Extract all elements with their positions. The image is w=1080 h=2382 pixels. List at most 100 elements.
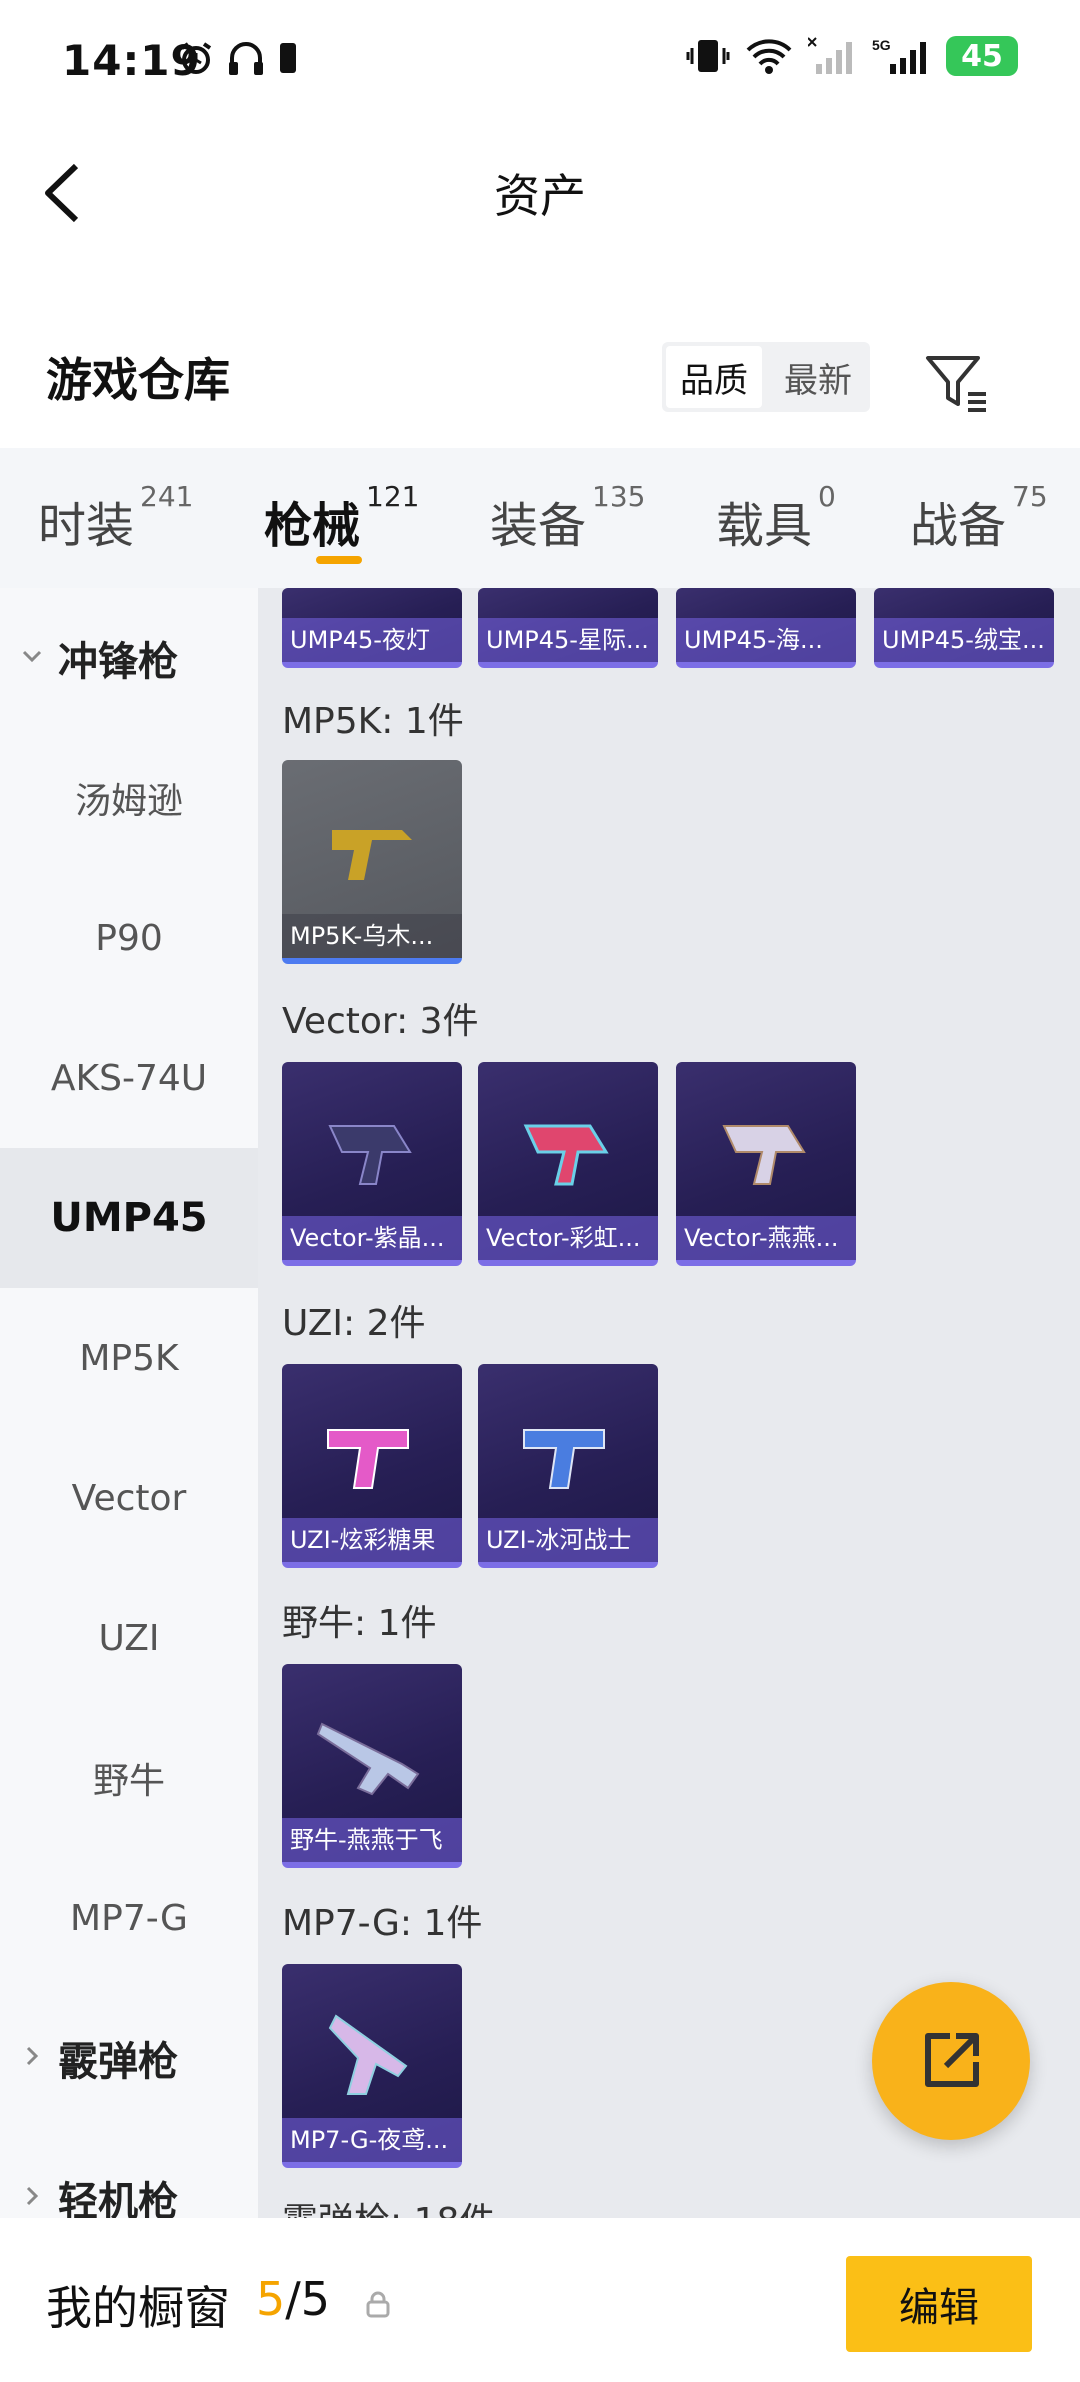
signal-weak-icon <box>808 37 852 74</box>
battery-indicator: 45 <box>946 36 1018 76</box>
skin-card-label: UMP45-海... <box>676 618 856 662</box>
warehouse-row: 游戏仓库 品质 最新 <box>0 330 1080 430</box>
smg-icon <box>327 1429 409 1489</box>
smg-icon <box>722 1125 806 1185</box>
sidebar-item-label: 轻机枪 <box>58 2179 178 2218</box>
edit-button[interactable]: 编辑 <box>846 2256 1032 2352</box>
sidebar-group-lmg[interactable]: 轻机枪 <box>0 2128 258 2218</box>
smg-icon <box>332 830 412 880</box>
vibrate-icon <box>686 40 730 72</box>
skin-card[interactable]: MP7-G-夜鸢... <box>282 1964 462 2168</box>
skin-card-label: MP5K-乌木... <box>282 914 462 958</box>
skin-card[interactable]: Vector-紫晶... <box>282 1062 462 1266</box>
tab-weapons[interactable]: 枪械121 <box>264 480 419 556</box>
status-bar: 14:19 5G 45 <box>0 0 1080 120</box>
skin-card[interactable]: 野牛-燕燕于飞 <box>282 1664 462 1868</box>
smg-icon <box>316 1722 420 1796</box>
tab-vehicles[interactable]: 载具0 <box>716 480 836 556</box>
sidebar-group-shotgun[interactable]: 霰弹枪 <box>0 1988 258 2128</box>
sidebar-item-ump45[interactable]: UMP45 <box>0 1148 258 1288</box>
sidebar-item-label: MP7-G <box>70 1897 188 1939</box>
share-external-icon <box>925 2033 979 2087</box>
category-tabs: 时装241 枪械121 装备135 载具0 战备75 <box>0 448 1080 588</box>
skin-card-label: MP7-G-夜鸢... <box>282 2118 462 2162</box>
weapon-sidebar: 冲锋枪 汤姆逊 P90 AKS-74U UMP45 MP5K Vector UZ… <box>0 588 258 2218</box>
skin-card[interactable]: MP5K-乌木... <box>282 760 462 964</box>
share-fab-button[interactable] <box>872 1982 1030 2140</box>
skin-card-label: UZI-冰河战士 <box>478 1518 658 1562</box>
sidebar-item-bison[interactable]: 野牛 <box>0 1708 258 1848</box>
tab-count: 121 <box>366 480 420 513</box>
lock-icon <box>366 2291 390 2318</box>
signal-5g-icon: 5G <box>872 37 926 74</box>
tab-label: 战备 <box>910 498 1007 554</box>
sidebar-item-label: AKS-74U <box>50 1057 208 1099</box>
sidebar-item-thompson[interactable]: 汤姆逊 <box>0 728 258 868</box>
skin-card[interactable]: UZI-炫彩糖果 <box>282 1364 462 1568</box>
sidebar-item-label: Vector <box>71 1477 187 1519</box>
sidebar-item-vector[interactable]: Vector <box>0 1428 258 1568</box>
sidebar-item-mp7g[interactable]: MP7-G <box>0 1848 258 1988</box>
sort-latest-button[interactable]: 最新 <box>766 342 870 412</box>
sidebar-item-aks74u[interactable]: AKS-74U <box>0 1008 258 1148</box>
tab-label: 载具 <box>716 498 813 554</box>
warehouse-title: 游戏仓库 <box>46 353 230 407</box>
skin-card[interactable]: UMP45-夜灯 <box>282 588 462 668</box>
showcase-bar: 我的橱窗 5/5 编辑 <box>0 2218 1080 2382</box>
tab-count: 75 <box>1012 480 1048 513</box>
tab-fashion[interactable]: 时装241 <box>38 480 193 556</box>
skin-card[interactable]: Vector-燕燕... <box>676 1062 856 1266</box>
headphones-icon <box>229 42 263 75</box>
tab-combat-gear[interactable]: 战备75 <box>910 480 1048 556</box>
active-tab-indicator <box>316 556 362 564</box>
sort-quality-button[interactable]: 品质 <box>666 346 762 408</box>
smg-icon <box>328 1125 412 1185</box>
smg-icon <box>523 1429 605 1489</box>
tab-count: 0 <box>818 480 836 513</box>
sidebar-item-label: 汤姆逊 <box>74 781 183 822</box>
tab-label: 枪械 <box>264 498 361 554</box>
sort-toggle: 品质 最新 <box>662 342 870 412</box>
skin-card-label: Vector-紫晶... <box>282 1216 462 1260</box>
filter-button[interactable] <box>922 348 992 418</box>
skin-card-label: UZI-炫彩糖果 <box>282 1518 462 1562</box>
tab-label: 时装 <box>38 498 135 554</box>
wifi-icon <box>746 39 792 74</box>
skin-card-label: UMP45-星际... <box>478 618 658 662</box>
showcase-count: 5/5 <box>256 2272 330 2326</box>
sidebar-item-p90[interactable]: P90 <box>0 868 258 1008</box>
sim-card-icon <box>280 43 296 73</box>
smg-icon <box>523 1124 609 1186</box>
skin-card-label: UMP45-绒宝... <box>874 618 1054 662</box>
sidebar-item-mp5k[interactable]: MP5K <box>0 1288 258 1428</box>
skin-card-label: 野牛-燕燕于飞 <box>282 1818 462 1862</box>
skin-card[interactable]: UMP45-海... <box>676 588 856 668</box>
sidebar-item-label: MP5K <box>79 1337 179 1379</box>
svg-text:5G: 5G <box>872 37 891 53</box>
alarm-icon <box>180 42 212 74</box>
skin-card[interactable]: Vector-彩虹... <box>478 1062 658 1266</box>
skin-card[interactable]: UMP45-绒宝... <box>874 588 1054 668</box>
chevron-right-icon <box>26 2046 39 2066</box>
tab-label: 装备 <box>490 498 587 554</box>
sidebar-item-label: 霰弹枪 <box>58 2039 178 2085</box>
tab-equipment[interactable]: 装备135 <box>490 480 645 556</box>
app-header: 资产 <box>0 130 1080 250</box>
section-title-mp5k: MP5K: 1件 <box>282 701 464 742</box>
status-right-icons: 5G 45 <box>686 36 1018 76</box>
skin-card[interactable]: UMP45-星际... <box>478 588 658 668</box>
status-left-icons <box>178 40 298 76</box>
skin-card-label: UMP45-夜灯 <box>282 618 462 662</box>
showcase-total: /5 <box>285 2272 331 2326</box>
sidebar-group-smg[interactable]: 冲锋枪 <box>0 588 258 728</box>
section-title-mp7g: MP7-G: 1件 <box>282 1903 483 1944</box>
skin-card[interactable]: UZI-冰河战士 <box>478 1364 658 1568</box>
section-title-bison: 野牛: 1件 <box>282 1603 437 1644</box>
skin-card-label: Vector-燕燕... <box>676 1216 856 1260</box>
sidebar-item-uzi[interactable]: UZI <box>0 1568 258 1708</box>
skin-card-label: Vector-彩虹... <box>478 1216 658 1260</box>
tab-count: 241 <box>140 480 194 513</box>
sidebar-item-label: 冲锋枪 <box>58 639 178 685</box>
section-title-uzi: UZI: 2件 <box>282 1303 426 1344</box>
section-title-shotgun: 霰弹枪: 18件 <box>282 2192 495 2218</box>
